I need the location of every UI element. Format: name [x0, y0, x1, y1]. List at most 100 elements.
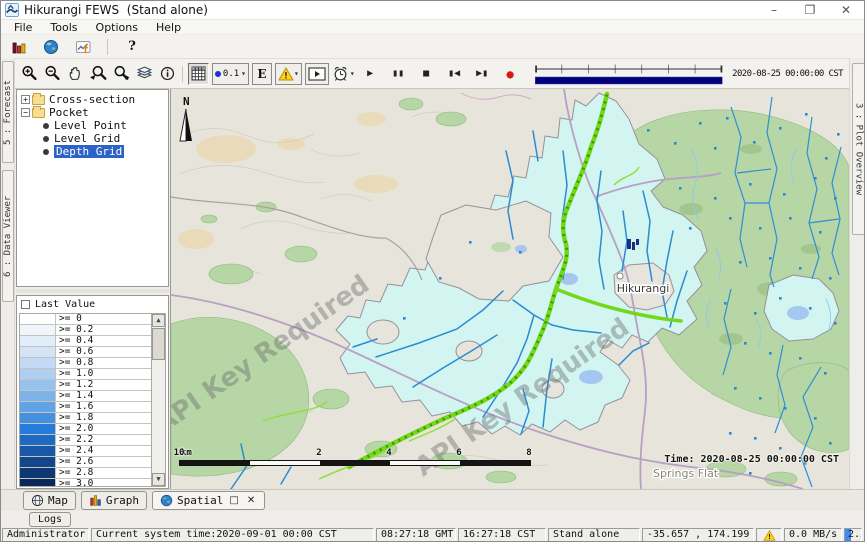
hand-icon: [67, 65, 84, 82]
layers-button[interactable]: [134, 63, 154, 85]
chevron-down-icon: ▾: [294, 69, 299, 78]
menu-item-help[interactable]: Help: [147, 21, 190, 34]
chart-arrow-icon: [75, 39, 92, 55]
help-button[interactable]: ?: [122, 36, 142, 58]
tree-node-level-grid[interactable]: Level Grid: [43, 132, 166, 145]
left-tab-strip: 5 : Forecast 6 : Data Viewer: [1, 58, 15, 489]
legend-label: >= 1.0: [56, 369, 93, 379]
status-user: Administrator: [2, 528, 89, 542]
timeseries-import-button[interactable]: [73, 36, 93, 58]
bar-chart-icon: [11, 39, 27, 55]
tree-node-label: Cross-section: [49, 93, 135, 106]
map-render: API Key Required API Key Required Hikura…: [171, 89, 849, 489]
legend-swatch: [20, 391, 56, 401]
warning-icon: !: [278, 67, 294, 81]
scale-tick-label: 10: [174, 448, 185, 458]
spatial-display-button[interactable]: [41, 36, 61, 58]
scroll-up-icon[interactable]: ▲: [152, 314, 165, 327]
tab-graph-label: Graph: [106, 494, 139, 507]
tab-map[interactable]: Map: [23, 491, 76, 510]
view-tab-bar: Map Graph Spatial □ ✕: [1, 489, 864, 511]
legend-swatch: [20, 424, 56, 434]
scale-tick-label: 8: [526, 448, 531, 458]
tree-node-depth-grid[interactable]: Depth Grid: [43, 145, 166, 158]
sidebar-tab-plot-overview[interactable]: 3 : Plot Overview: [852, 63, 865, 235]
town-label: Hikurangi: [617, 282, 670, 295]
menu-item-tools[interactable]: Tools: [41, 21, 86, 34]
last-value-checkbox[interactable]: [21, 300, 30, 309]
scroll-down-icon[interactable]: ▼: [152, 473, 165, 486]
minimize-icon[interactable]: –: [756, 1, 792, 20]
spatial-close-icon[interactable]: ✕: [245, 495, 257, 506]
expand-icon[interactable]: +: [21, 95, 30, 104]
step-back-button[interactable]: ▮◀: [442, 68, 467, 79]
warnings-dropdown[interactable]: ! ▾: [275, 63, 302, 85]
info-button[interactable]: [157, 63, 177, 85]
legend-swatch: [20, 457, 56, 467]
close-icon[interactable]: ✕: [828, 1, 864, 20]
status-gmt-time: 08:27:18 GMT: [376, 528, 456, 542]
tab-graph[interactable]: Graph: [81, 491, 147, 510]
zoom-previous-button[interactable]: [88, 63, 108, 85]
menu-item-options[interactable]: Options: [87, 21, 147, 34]
globe-wireframe-icon: [31, 494, 44, 507]
zoom-out-button[interactable]: [42, 63, 62, 85]
legend-label: >= 0.2: [56, 325, 93, 335]
labels-toggle-button[interactable]: E: [252, 63, 272, 85]
pan-button[interactable]: [65, 63, 85, 85]
tab-spatial[interactable]: Spatial □ ✕: [152, 491, 265, 510]
timeline-slider[interactable]: [534, 61, 724, 87]
status-coordinates: -35.657 , 174.199: [642, 528, 754, 542]
legend-label: >= 0.8: [56, 358, 93, 368]
tree-node-cross-section[interactable]: + Cross-section: [21, 93, 166, 106]
folder-icon: [32, 108, 45, 118]
menu-item-file[interactable]: File: [5, 21, 41, 34]
logs-button[interactable]: Logs: [29, 512, 71, 527]
maximize-icon[interactable]: ❐: [792, 1, 828, 20]
warning-icon: !: [763, 530, 776, 541]
tree-node-label: Level Point: [54, 119, 127, 132]
legend-swatch: [20, 314, 56, 324]
legend-label: >= 3.0: [56, 479, 93, 487]
step-forward-button[interactable]: ▶▮: [470, 68, 495, 79]
sidebar-tab-data-viewer[interactable]: 6 : Data Viewer: [2, 170, 14, 302]
animation-button[interactable]: [305, 63, 329, 85]
map-canvas[interactable]: API Key Required API Key Required Hikura…: [170, 89, 849, 489]
app-logo-icon: [5, 3, 19, 17]
grid-display-button[interactable]: [188, 63, 209, 85]
sidebar-tab-forecast[interactable]: 5 : Forecast: [2, 61, 14, 163]
legend-row: >= 3.0: [20, 479, 151, 487]
legend-scrollbar[interactable]: ▲ ▼: [151, 314, 165, 486]
legend-label: >= 2.6: [56, 457, 93, 467]
legend-swatch: [20, 479, 56, 487]
pause-button[interactable]: ▮▮: [386, 68, 411, 79]
place-label: Springs Flat: [653, 467, 719, 480]
data-viewer-sidebar: + Cross-section − Pocket Level Point Lev…: [15, 89, 170, 489]
time-settings-button[interactable]: ▾: [332, 63, 355, 85]
zoom-next-button[interactable]: [111, 63, 131, 85]
play-button[interactable]: ▶: [358, 68, 383, 79]
zoom-in-icon: [21, 65, 38, 82]
bullet-icon: [43, 149, 49, 155]
database-display-button[interactable]: [9, 36, 29, 58]
collapse-icon[interactable]: −: [21, 108, 30, 117]
timeline-rail: [534, 61, 724, 87]
bar-chart-icon: [89, 494, 102, 507]
tree-node-level-point[interactable]: Level Point: [43, 119, 166, 132]
status-local-time: 16:27:18 CST: [458, 528, 546, 542]
legend-label: >= 2.0: [56, 424, 93, 434]
tree-node-pocket[interactable]: − Pocket: [21, 106, 166, 119]
town-marker: [617, 273, 623, 279]
legend-swatch: [20, 413, 56, 423]
legend-swatch: [20, 402, 56, 412]
globe-icon: [43, 39, 59, 55]
status-warning-cell[interactable]: !: [756, 528, 782, 542]
record-button[interactable]: ●: [498, 67, 523, 81]
spatial-restore-icon[interactable]: □: [227, 495, 240, 506]
stop-button[interactable]: ■: [414, 68, 439, 79]
panel-splitter[interactable]: [16, 289, 169, 293]
class-interval-dropdown[interactable]: 0.1 ▾: [212, 63, 249, 85]
zoom-in-button[interactable]: [19, 63, 39, 85]
tree-node-label: Level Grid: [54, 132, 120, 145]
scrollbar-thumb[interactable]: [152, 328, 165, 360]
